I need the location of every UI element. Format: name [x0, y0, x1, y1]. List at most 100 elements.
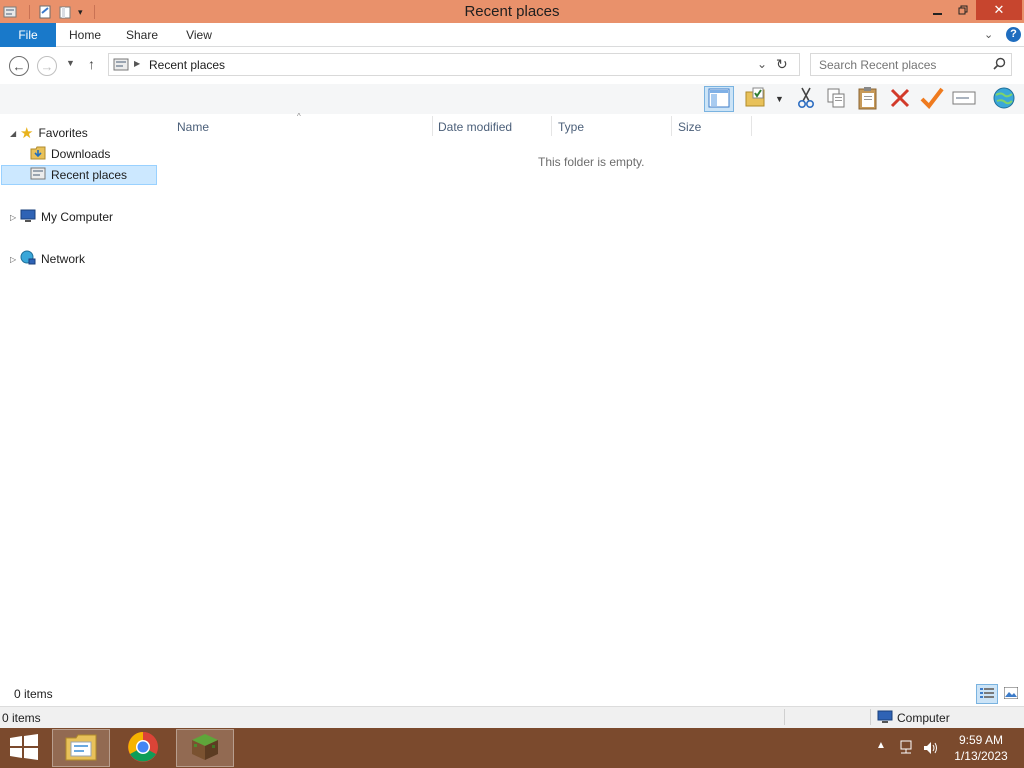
nav-recent-places[interactable]: Recent places [1, 165, 157, 185]
downloads-folder-icon [30, 145, 46, 164]
minimize-button[interactable] [924, 0, 950, 21]
search-input[interactable] [819, 57, 989, 73]
column-date-modified[interactable]: Date modified [438, 120, 512, 134]
delete-button[interactable] [886, 86, 914, 112]
computer-expander-icon[interactable]: ▷ [10, 213, 16, 222]
column-type[interactable]: Type [558, 120, 584, 134]
folder-check-dropdown-icon[interactable]: ▼ [775, 94, 784, 104]
taskbar-clock[interactable]: 9:59 AM 1/13/2023 [948, 732, 1014, 764]
command-toolbar: ▼ [0, 84, 1024, 114]
folder-check-button[interactable] [742, 86, 770, 112]
back-icon: ← [12, 58, 26, 74]
ribbon-expand-icon[interactable]: ⌄ [984, 28, 993, 41]
minecraft-icon [190, 732, 220, 765]
cut-icon [797, 87, 815, 112]
preview-pane-icon [708, 88, 730, 111]
status-bar: 0 items [0, 684, 1024, 706]
taskbar: ▲ 9:59 AM 1/13/2023 [0, 728, 1024, 768]
nav-downloads[interactable]: Downloads [30, 144, 110, 164]
network-icon [20, 250, 36, 269]
clock-date: 1/13/2023 [954, 749, 1008, 763]
nav-recent-places-label: Recent places [51, 168, 128, 182]
start-button[interactable] [0, 728, 48, 768]
forward-button[interactable]: → [37, 56, 57, 76]
folder-check-icon [744, 87, 768, 112]
delete-icon [889, 87, 911, 112]
preview-pane-button[interactable] [704, 86, 734, 112]
favorites-expander-icon[interactable]: ◢ [10, 129, 16, 138]
file-explorer-icon [65, 733, 97, 764]
item-count: 0 items [14, 687, 53, 701]
ribbon-tabs: File Home Share View ⌄ ? [0, 23, 1024, 47]
checkmark-icon [920, 87, 944, 112]
column-divider[interactable] [432, 116, 433, 136]
large-icons-view-icon [1003, 686, 1019, 702]
restore-icon [958, 3, 968, 18]
restore-button[interactable] [950, 0, 976, 21]
close-icon: ✕ [993, 2, 1005, 17]
checkmark-button[interactable] [918, 86, 946, 112]
item-count-bottom: 0 items [2, 711, 41, 725]
column-divider[interactable] [551, 116, 552, 136]
address-dropdown-icon[interactable]: ⌄ [757, 57, 767, 71]
refresh-icon: ↻ [776, 56, 788, 72]
sort-ascending-icon: ^ [297, 112, 301, 121]
nav-my-computer[interactable]: My Computer [20, 207, 113, 227]
tab-view[interactable]: View [176, 23, 222, 47]
title-bar: ▾ Recent places ✕ [0, 0, 1024, 23]
show-hidden-icons-icon[interactable]: ▲ [876, 740, 886, 751]
copy-icon [826, 87, 846, 112]
status-computer-icon [877, 710, 893, 727]
column-divider[interactable] [751, 116, 752, 136]
help-icon[interactable]: ? [1006, 27, 1021, 42]
network-expander-icon[interactable]: ▷ [10, 255, 16, 264]
rename-button[interactable] [950, 86, 978, 112]
network-tray-icon[interactable] [898, 740, 914, 759]
details-view-button[interactable] [976, 684, 998, 704]
window-title: Recent places [464, 3, 560, 20]
taskbar-minecraft[interactable] [176, 729, 234, 767]
empty-folder-message: This folder is empty. [538, 155, 645, 169]
address-location-icon [113, 57, 129, 76]
column-divider[interactable] [671, 116, 672, 136]
taskbar-file-explorer[interactable] [52, 729, 110, 767]
globe-icon [992, 86, 1016, 113]
star-icon: ★ [20, 125, 34, 142]
up-icon[interactable]: ↑ [88, 56, 95, 72]
volume-tray-icon[interactable] [922, 740, 938, 759]
breadcrumb[interactable]: Recent places [149, 58, 225, 72]
column-size[interactable]: Size [678, 120, 701, 134]
globe-button[interactable] [990, 86, 1018, 112]
paste-button[interactable] [854, 86, 882, 112]
breadcrumb-chevron-icon[interactable]: ▶ [134, 59, 140, 68]
tab-home[interactable]: Home [60, 23, 110, 47]
close-button[interactable]: ✕ [976, 0, 1022, 20]
nav-my-computer-label: My Computer [41, 210, 114, 224]
refresh-button[interactable]: ↻ [776, 56, 794, 74]
nav-favorites[interactable]: ★ Favorites [20, 123, 88, 143]
nav-network[interactable]: Network [20, 249, 85, 269]
recent-dropdown-icon[interactable]: ▼ [66, 58, 75, 68]
computer-icon [20, 208, 36, 227]
nav-downloads-label: Downloads [51, 147, 111, 161]
column-name[interactable]: Name [177, 120, 209, 134]
search-box[interactable] [810, 53, 1012, 76]
cut-button[interactable] [792, 86, 820, 112]
clock-time: 9:59 AM [958, 733, 1004, 747]
address-bar[interactable]: ▶ Recent places ⌄ [108, 53, 800, 76]
tab-share[interactable]: Share [118, 23, 166, 47]
back-button[interactable]: ← [9, 56, 29, 76]
large-icons-view-button[interactable] [1000, 684, 1022, 704]
paste-icon [857, 86, 879, 113]
minimize-icon [932, 12, 942, 15]
nav-favorites-label: Favorites [38, 126, 88, 140]
taskbar-chrome[interactable] [114, 729, 172, 767]
rename-icon [952, 89, 976, 110]
status-location: Computer [897, 711, 950, 725]
tab-file[interactable]: File [0, 23, 56, 47]
copy-button[interactable] [822, 86, 850, 112]
address-row: ← → ▼ ↑ ▶ Recent places ⌄ ↻ [0, 48, 1024, 84]
search-icon[interactable] [993, 57, 1006, 73]
chrome-icon [127, 731, 159, 766]
details-view-icon [980, 687, 994, 702]
